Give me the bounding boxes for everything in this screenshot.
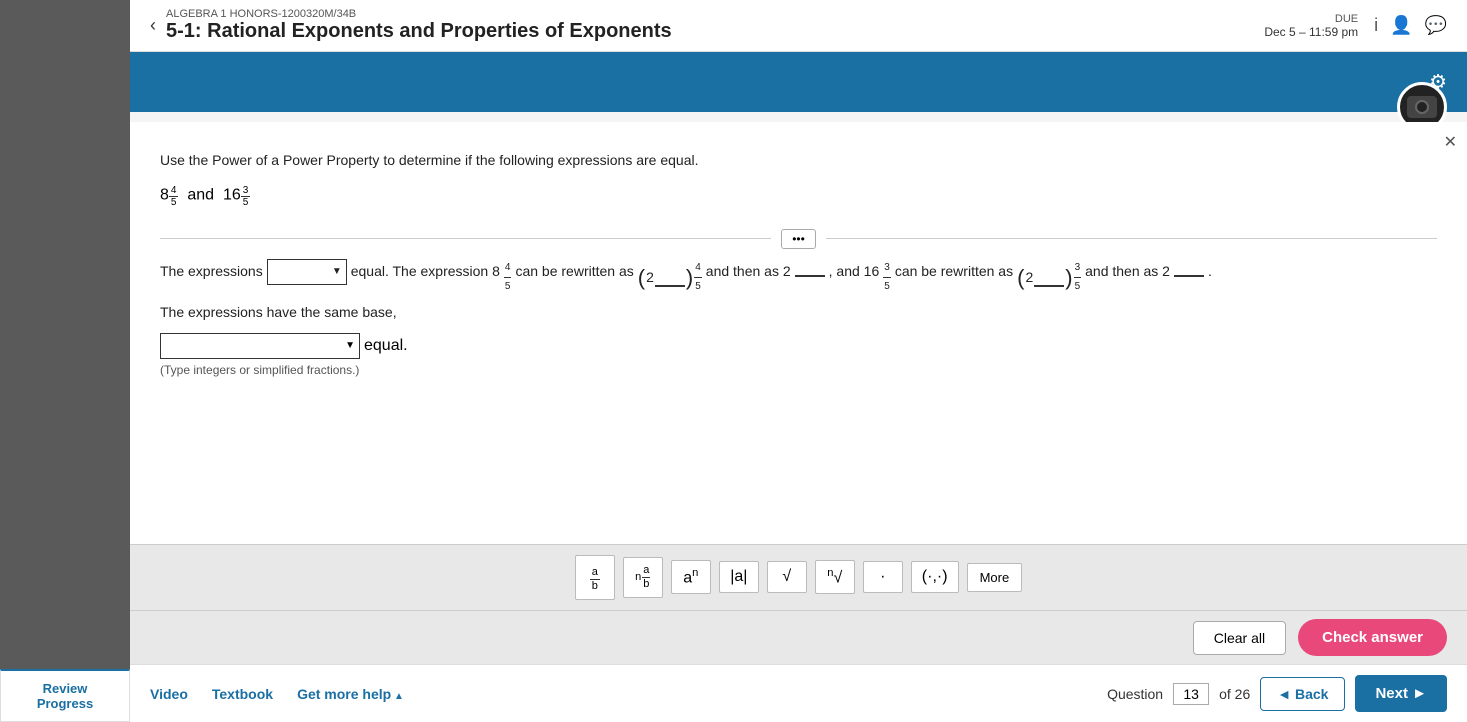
dot-operator-button[interactable]: · (863, 561, 903, 593)
input-box-1[interactable] (655, 269, 685, 287)
course-subtitle: ALGEBRA 1 HONORS-1200320M/34B (166, 8, 672, 20)
close-icon[interactable]: ✕ (1444, 132, 1457, 152)
check-answer-button[interactable]: Check answer (1298, 619, 1447, 656)
fraction-button[interactable]: a b (575, 555, 615, 600)
due-info: DUE Dec 5 – 11:59 pm (1264, 13, 1358, 39)
problem-row: The expressions equal. The expression 8 … (160, 259, 1437, 325)
square-root-button[interactable]: √ (767, 561, 807, 593)
expressions-dropdown[interactable] (267, 259, 347, 285)
math-toolbar: a b nab an |a| √ n√ · (·,·) More (130, 544, 1467, 610)
clear-all-button[interactable]: Clear all (1193, 621, 1286, 655)
type-note: (Type integers or simplified fractions.) (160, 363, 1437, 377)
due-label: DUE (1264, 13, 1358, 25)
then-as-text2: and then as 2 (1085, 259, 1170, 284)
help-links: Video Textbook Get more help (150, 686, 404, 702)
open-paren1: ( (638, 267, 645, 289)
mixed-number-button[interactable]: nab (623, 557, 663, 598)
question-total: of 26 (1219, 686, 1250, 702)
can-be-rewritten2: can be rewritten as (895, 259, 1013, 284)
exp2-num: 3 (241, 185, 251, 197)
can-be-rewritten: can be rewritten as (515, 259, 633, 284)
expressions-display: 845 and 1635 (160, 184, 1437, 208)
equal-text: equal. The expression 8 (351, 259, 500, 284)
sentence-start: The expressions (160, 259, 263, 284)
question-label: Question (1107, 686, 1163, 702)
superscript-button[interactable]: an (671, 560, 711, 594)
textbook-link[interactable]: Textbook (212, 686, 273, 702)
ellipsis-button[interactable]: ••• (781, 229, 816, 249)
exp1-den: 5 (169, 197, 179, 208)
second-expr-group: ( 2 ) 35 (1017, 259, 1081, 296)
nth-root-button[interactable]: n√ (815, 560, 855, 594)
input-box-2[interactable] (795, 259, 825, 277)
then-as-text: and then as 2 (706, 259, 791, 284)
question-nav: Question 13 of 26 ◄ Back Next ► (1107, 675, 1447, 712)
close-paren2: ) (1065, 267, 1072, 289)
profile-icon[interactable]: 👤 (1390, 15, 1412, 36)
exp2-den: 5 (241, 197, 251, 208)
period: . (1208, 259, 1212, 284)
question-number: 13 (1173, 683, 1209, 705)
second-row: equal. (160, 333, 1437, 359)
info-icon[interactable]: i (1374, 15, 1378, 36)
absolute-value-button[interactable]: |a| (719, 561, 759, 593)
exp1-num: 4 (169, 185, 179, 197)
review-progress-button[interactable]: Review Progress (0, 669, 130, 722)
video-link[interactable]: Video (150, 686, 188, 702)
equal-label2: equal. (364, 337, 408, 355)
matrix-button[interactable]: (·,·) (911, 561, 959, 593)
problem-instruction: Use the Power of a Power Property to det… (160, 152, 1437, 168)
page-title: 5-1: Rational Exponents and Properties o… (166, 20, 672, 43)
comma-and-text: , and 16 (829, 259, 880, 284)
first-expr-group: ( 2 ) 45 (638, 259, 702, 296)
due-date: Dec 5 – 11:59 pm (1264, 25, 1358, 39)
close-paren1: ) (686, 267, 693, 289)
back-arrow[interactable]: ‹ (150, 15, 156, 36)
and-connector: and (187, 186, 214, 203)
bottom-bar: Video Textbook Get more help Question 13… (130, 664, 1467, 722)
same-base-note: The expressions have the same base, (160, 300, 397, 325)
chat-icon[interactable]: 💬 (1425, 15, 1447, 36)
header: ‹ ALGEBRA 1 HONORS-1200320M/34B 5-1: Rat… (130, 0, 1467, 52)
input-box-4[interactable] (1174, 259, 1204, 277)
next-button[interactable]: Next ► (1355, 675, 1447, 712)
expr-base2: 2 (1025, 265, 1033, 290)
expr-base1: 2 (646, 265, 654, 290)
more-button[interactable]: More (967, 563, 1023, 592)
blue-banner: ⚙ (130, 52, 1467, 112)
open-paren2: ( (1017, 267, 1024, 289)
second-dropdown[interactable] (160, 333, 360, 359)
action-bar: Clear all Check answer (130, 610, 1467, 664)
get-more-help-link[interactable]: Get more help (297, 686, 404, 702)
content-area: ✕ Use the Power of a Power Property to d… (130, 122, 1467, 544)
input-box-3[interactable] (1034, 269, 1064, 287)
back-button[interactable]: ◄ Back (1260, 677, 1345, 711)
